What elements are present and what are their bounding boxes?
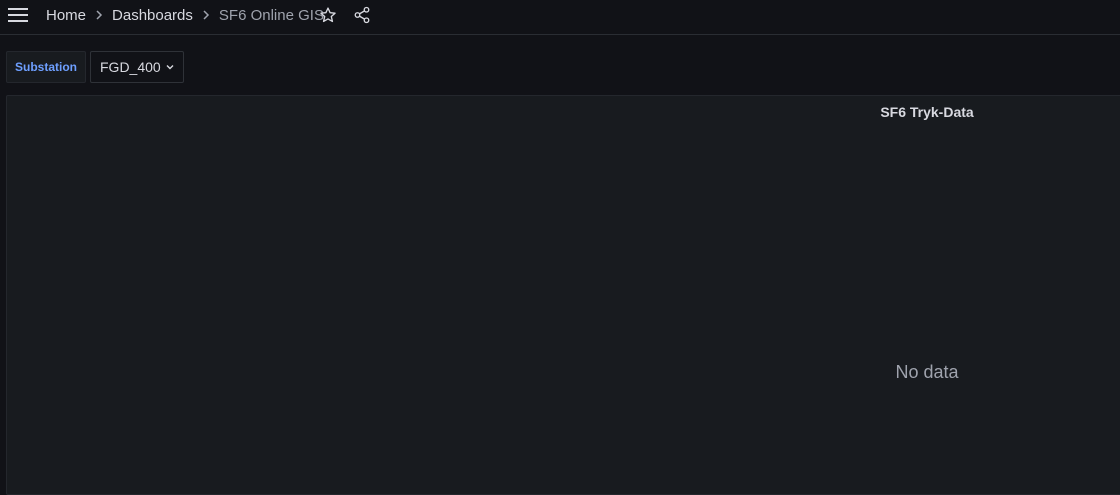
breadcrumb: Home Dashboards SF6 Online GIS (46, 0, 324, 30)
share-icon[interactable] (351, 4, 373, 26)
substation-selected-value: FGD_400 (100, 59, 161, 75)
star-icon[interactable] (317, 4, 339, 26)
no-data-message: No data (895, 362, 959, 382)
breadcrumb-home[interactable]: Home (46, 7, 86, 24)
chevron-right-icon (202, 10, 210, 20)
breadcrumb-current-dashboard: SF6 Online GIS (218, 6, 324, 24)
breadcrumb-dashboards[interactable]: Dashboards (112, 7, 193, 24)
top-navbar: Home Dashboards SF6 Online GIS (0, 0, 1120, 35)
chevron-down-icon (166, 64, 174, 70)
hamburger-menu-icon[interactable] (6, 4, 30, 26)
substation-select[interactable]: FGD_400 (90, 51, 184, 83)
dashboard-variables: Substation FGD_400 (6, 51, 184, 83)
panel-sf6-tryk-data: SF6 Tryk-Data No data (6, 95, 1120, 495)
chevron-right-icon (95, 10, 103, 20)
variable-label-substation: Substation (6, 51, 86, 83)
panel-title[interactable]: SF6 Tryk-Data (7, 104, 1120, 120)
